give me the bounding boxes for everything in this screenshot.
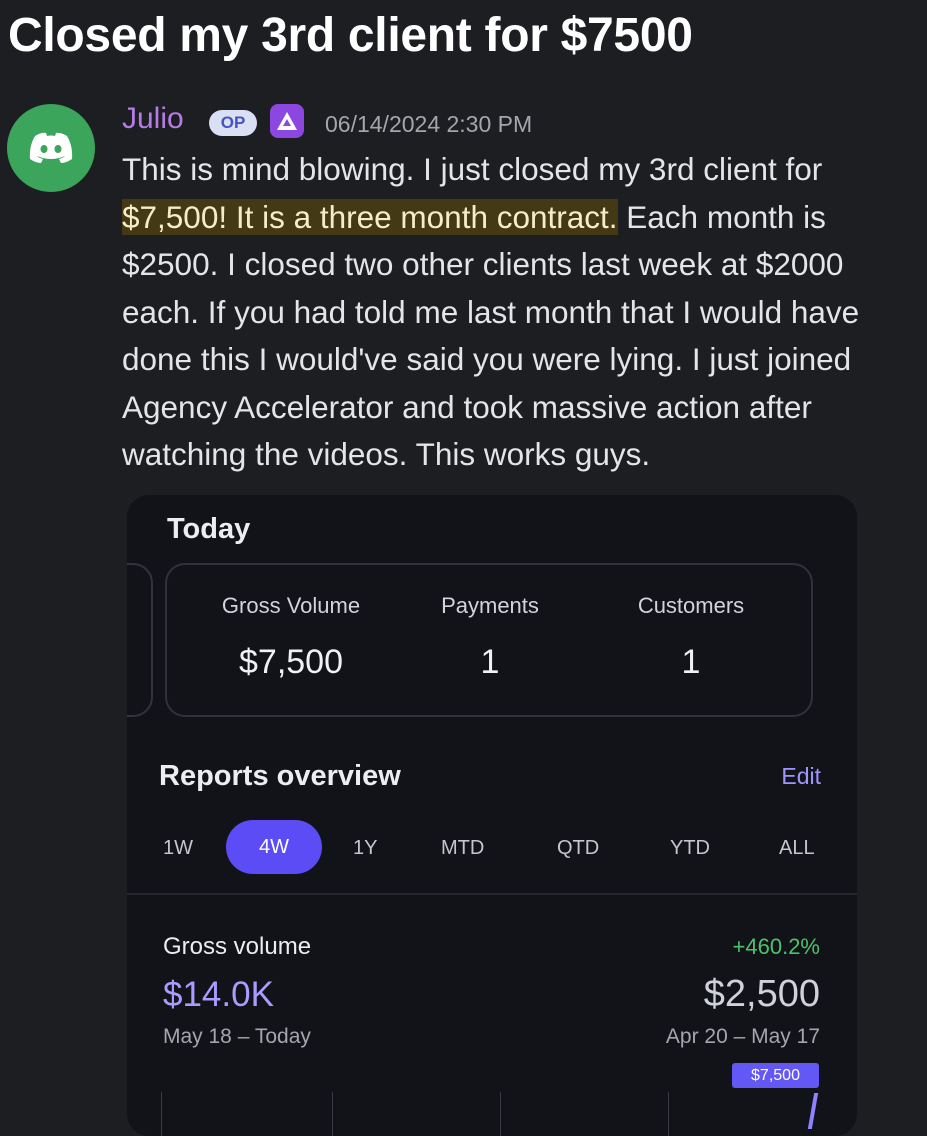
stat-value: 1 xyxy=(480,643,500,681)
reports-overview-title: Reports overview xyxy=(159,760,401,792)
edit-link[interactable]: Edit xyxy=(781,763,821,790)
gross-volume-value: $14.0K xyxy=(163,975,274,1014)
stat-gross-volume: Gross Volume $7,500 xyxy=(208,593,374,682)
stat-value: $7,500 xyxy=(239,643,343,681)
stat-label: Payments xyxy=(441,593,539,618)
message-highlight: $7,500! It is a three month contract. xyxy=(122,198,618,235)
previous-stats-card[interactable] xyxy=(127,563,153,717)
chart-gridline xyxy=(668,1092,669,1136)
stat-value: 1 xyxy=(681,643,701,681)
chart-line-segment[interactable] xyxy=(807,1093,819,1129)
today-title: Today xyxy=(167,513,251,545)
stat-label: Gross Volume xyxy=(221,593,361,618)
previous-period-value: $2,500 xyxy=(703,973,820,1015)
message-text-start: This is mind blowing. I just closed my 3… xyxy=(122,151,823,187)
chart-tooltip: $7,500 xyxy=(732,1063,819,1088)
previous-period-range: Apr 20 – May 17 xyxy=(665,1025,820,1048)
chart-gridline xyxy=(332,1092,333,1136)
tab-1w[interactable]: 1W xyxy=(163,837,193,860)
tab-1y[interactable]: 1Y xyxy=(353,837,377,860)
username[interactable]: Julio xyxy=(122,102,184,136)
stat-label: Customers xyxy=(637,593,745,618)
triangle-role-icon[interactable] xyxy=(270,104,304,138)
user-avatar[interactable] xyxy=(7,104,95,192)
tab-mtd[interactable]: MTD xyxy=(441,837,484,860)
tab-4w[interactable]: 4W xyxy=(226,820,322,874)
section-divider xyxy=(127,893,857,895)
period-tabs: 1W 4W 1Y MTD QTD YTD ALL xyxy=(127,820,857,876)
payments-dashboard-screenshot: Today Gross Volume $7,500 Payments 1 Cus… xyxy=(127,495,857,1136)
stat-customers: Customers 1 xyxy=(625,593,757,682)
gross-volume-label: Gross volume xyxy=(163,933,312,960)
stat-payments: Payments 1 xyxy=(432,593,548,682)
today-stats-card[interactable]: Gross Volume $7,500 Payments 1 Customers… xyxy=(165,563,813,717)
tab-all[interactable]: ALL xyxy=(779,837,815,860)
discord-logo-icon xyxy=(29,132,73,163)
message-timestamp: 06/14/2024 2:30 PM xyxy=(325,111,533,137)
chart-gridline xyxy=(500,1092,501,1136)
message-body: This is mind blowing. I just closed my 3… xyxy=(122,146,912,479)
message-text-end: Each month is $2500. I closed two other … xyxy=(122,198,860,473)
tab-ytd[interactable]: YTD xyxy=(670,837,710,860)
gross-volume-range: May 18 – Today xyxy=(163,1025,311,1048)
post-headline: Closed my 3rd client for $7500 xyxy=(8,9,693,62)
gross-volume-change: +460.2% xyxy=(732,934,820,959)
chart-gridline xyxy=(161,1092,162,1136)
tab-qtd[interactable]: QTD xyxy=(557,837,599,860)
op-badge: OP xyxy=(209,110,257,136)
